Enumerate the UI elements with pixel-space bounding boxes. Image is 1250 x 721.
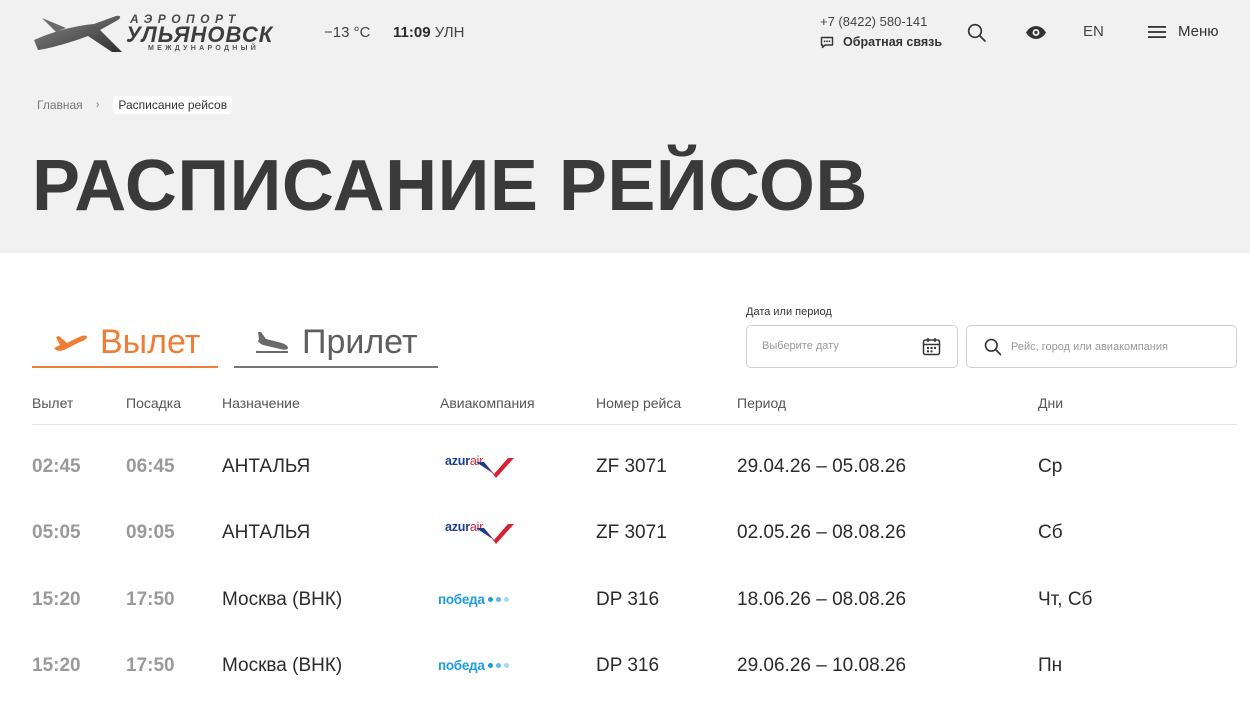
- table-row[interactable]: 05:05 09:05 АНТАЛЬЯ azurair ZF 3071 02.0…: [32, 520, 1237, 588]
- azur-wing-icon: [476, 458, 514, 478]
- flight-number: ZF 3071: [596, 456, 667, 477]
- menu-button[interactable]: Меню: [1148, 23, 1219, 40]
- pobeda-dot: [487, 597, 493, 602]
- airline-logo-pobeda: победа: [438, 592, 509, 607]
- calendar-icon[interactable]: [922, 337, 941, 356]
- timezone-label: УЛН: [434, 24, 465, 41]
- period: 18.06.26 – 08.08.26: [737, 589, 907, 610]
- departure-plane-icon: [54, 335, 87, 351]
- weather-temperature: −13 °C: [324, 24, 371, 41]
- col-header-period[interactable]: Период: [737, 395, 786, 411]
- date-input[interactable]: [762, 340, 912, 352]
- plane-logo-icon: [34, 15, 122, 53]
- logo-sub-text: МЕЖДУНАРОДНЫЙ: [148, 45, 260, 52]
- time-value: 11:09: [393, 24, 431, 41]
- local-time: 11:09 УЛН: [393, 24, 464, 41]
- search-icon: [984, 338, 1002, 356]
- days: Сб: [1038, 522, 1063, 543]
- feedback-link[interactable]: Обратная связь: [820, 35, 942, 49]
- col-header-flight-number[interactable]: Номер рейса: [596, 395, 681, 411]
- pobeda-wordmark: победа: [438, 592, 485, 607]
- table-row[interactable]: 02:45 06:45 АНТАЛЬЯ azurair ZF 3071 29.0…: [32, 454, 1237, 522]
- language-switch[interactable]: EN: [1083, 23, 1104, 40]
- col-header-airline[interactable]: Авиакомпания: [440, 395, 535, 411]
- tab-arrival[interactable]: Прилет: [234, 318, 438, 368]
- arrival-time: 17:50: [126, 655, 175, 676]
- phone-link[interactable]: +7 (8422) 580-141: [820, 14, 927, 29]
- flight-search-field[interactable]: [966, 325, 1237, 368]
- menu-label: Меню: [1178, 23, 1219, 40]
- pobeda-dot: [503, 663, 509, 668]
- hamburger-icon: [1148, 25, 1166, 38]
- arrival-time: 06:45: [126, 456, 175, 477]
- period: 29.04.26 – 05.08.26: [737, 456, 907, 477]
- arrival-plane-icon: [256, 332, 288, 353]
- tab-arrival-label: Прилет: [302, 322, 418, 361]
- date-field[interactable]: [746, 325, 958, 368]
- date-filter-label: Дата или период: [746, 306, 832, 318]
- chevron-right-icon: ›: [95, 99, 100, 111]
- tab-departure[interactable]: Вылет: [32, 318, 218, 368]
- table-row[interactable]: 15:20 17:50 Москва (ВНК) победа DP 316 2…: [32, 655, 1237, 721]
- arrival-time: 09:05: [126, 522, 175, 543]
- pobeda-dot: [495, 663, 501, 668]
- eye-icon[interactable]: [1025, 25, 1047, 40]
- flight-number: ZF 3071: [596, 522, 667, 543]
- period: 29.06.26 – 10.08.26: [737, 655, 907, 676]
- page-title: РАСПИСАНИЕ РЕЙСОВ: [32, 146, 868, 226]
- airline-logo-pobeda: победа: [438, 658, 509, 673]
- destination: Москва (ВНК): [222, 655, 343, 676]
- col-header-landing[interactable]: Посадка: [126, 395, 181, 411]
- pobeda-dot: [495, 597, 501, 602]
- departure-time: 05:05: [32, 522, 81, 543]
- table-row[interactable]: 15:20 17:50 Москва (ВНК) победа DP 316 1…: [32, 589, 1237, 655]
- feedback-label: Обратная связь: [843, 35, 943, 49]
- arrival-time: 17:50: [126, 589, 175, 610]
- period: 02.05.26 – 08.08.26: [737, 522, 907, 543]
- azur-wing-icon: [476, 524, 514, 544]
- destination: Москва (ВНК): [222, 589, 343, 610]
- tab-departure-label: Вылет: [100, 322, 201, 361]
- departure-time: 15:20: [32, 655, 81, 676]
- days: Пн: [1038, 655, 1063, 676]
- pobeda-dot: [487, 663, 493, 668]
- col-header-days[interactable]: Дни: [1038, 395, 1063, 411]
- pobeda-dot: [503, 597, 509, 602]
- breadcrumb: Главная › Расписание рейсов: [37, 96, 233, 114]
- search-icon[interactable]: [967, 23, 987, 43]
- breadcrumb-home[interactable]: Главная: [37, 98, 83, 112]
- days: Чт, Сб: [1038, 589, 1093, 610]
- days: Ср: [1038, 456, 1063, 477]
- flight-number: DP 316: [596, 655, 660, 676]
- departure-time: 02:45: [32, 456, 81, 477]
- flight-search-input[interactable]: [1011, 341, 1226, 353]
- destination: АНТАЛЬЯ: [222, 456, 311, 477]
- col-header-destination[interactable]: Назначение: [222, 395, 300, 411]
- departure-time: 15:20: [32, 589, 81, 610]
- flight-number: DP 316: [596, 589, 660, 610]
- destination: АНТАЛЬЯ: [222, 522, 311, 543]
- pobeda-wordmark: победа: [438, 658, 485, 673]
- airport-logo[interactable]: АЭРОПОРТ УЛЬЯНОВСК МЕЖДУНАРОДНЫЙ: [32, 10, 272, 58]
- chat-icon: [820, 36, 834, 48]
- schedule-table-header: Вылет Посадка Назначение Авиакомпания Но…: [32, 394, 1237, 425]
- breadcrumb-current: Расписание рейсов: [113, 96, 233, 114]
- col-header-departure[interactable]: Вылет: [32, 395, 73, 411]
